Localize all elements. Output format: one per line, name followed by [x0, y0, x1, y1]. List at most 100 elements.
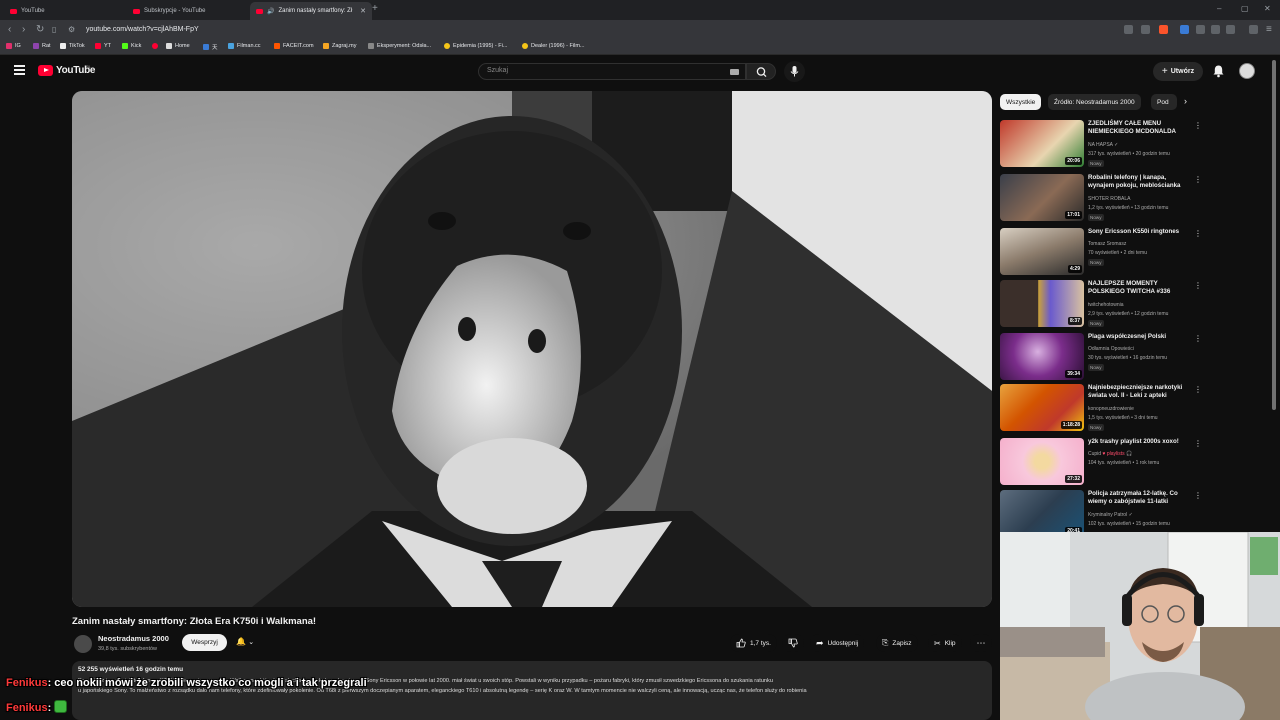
more-vertical-icon[interactable]: ⋮: [1194, 491, 1202, 500]
tab-youtube[interactable]: YouTube: [4, 2, 126, 20]
more-actions-button[interactable]: ⋯: [970, 634, 992, 652]
video-title: ZJEDLIŚMY CAŁE MENU NIEMIECKIEGO MCDONAL…: [1088, 120, 1176, 135]
recommended-video[interactable]: 17:01 Robalini telefony | kanapa, wynaje…: [1000, 174, 1202, 224]
page-scrollbar[interactable]: [1272, 60, 1276, 410]
more-vertical-icon[interactable]: ⋮: [1194, 281, 1202, 290]
search-button[interactable]: [746, 63, 776, 80]
bookmark-item[interactable]: Epidemia (1995) - Fi...: [444, 43, 507, 49]
menu-icon[interactable]: [14, 65, 25, 75]
brave-shield-icon[interactable]: [1159, 25, 1168, 34]
back-icon[interactable]: ‹: [8, 24, 11, 36]
forward-icon[interactable]: ›: [22, 24, 25, 36]
bookmark-item[interactable]: Kick: [122, 43, 141, 49]
reload-icon[interactable]: ↻: [36, 24, 44, 36]
keyboard-icon[interactable]: [730, 69, 739, 75]
chip-from-channel[interactable]: Źródło: Neostradamus 2000: [1048, 94, 1141, 110]
close-window-icon[interactable]: ✕: [1264, 4, 1271, 13]
bookmark-item[interactable]: [152, 43, 158, 49]
chat-text: : ceo nokii mówi że zrobili wszystko co …: [47, 677, 367, 689]
tab-label: Zanim nastały smartfony: Zł: [278, 8, 353, 14]
puzzle-icon[interactable]: [1196, 25, 1205, 34]
recommended-video[interactable]: 4:29 Sony Ericsson K550i ringtones Tomas…: [1000, 228, 1202, 278]
channel-name[interactable]: Odłamnia Opowieści: [1088, 346, 1134, 352]
video-thumbnail[interactable]: 20:41: [1000, 490, 1084, 537]
video-thumbnail[interactable]: 1:18:28: [1000, 384, 1084, 431]
create-button[interactable]: + Utwórz: [1153, 62, 1203, 81]
chip-related[interactable]: Pod: [1151, 94, 1177, 110]
cast-icon[interactable]: [1124, 25, 1133, 34]
bookmark-item[interactable]: 天: [203, 43, 218, 51]
recommended-video[interactable]: 39:34 Plaga współczesnej Polski Odłamnia…: [1000, 333, 1202, 383]
bookmark-item[interactable]: Dealer (1996) - Film...: [522, 43, 585, 49]
media-icon[interactable]: [1249, 25, 1258, 34]
channel-name[interactable]: twitchehotownia: [1088, 302, 1124, 308]
more-vertical-icon[interactable]: ⋮: [1194, 229, 1202, 238]
video-thumbnail[interactable]: 27:32: [1000, 438, 1084, 485]
bookmark-page-icon[interactable]: ▯: [52, 24, 56, 36]
video-player[interactable]: [72, 91, 992, 607]
description-box[interactable]: 52 255 wyświetleń 16 godzin temu Pamięta…: [72, 661, 992, 720]
recommended-video[interactable]: 27:32 y2k trashy playlist 2000s xoxo! Cu…: [1000, 438, 1202, 488]
recommended-video[interactable]: 1:18:28 Najniebezpieczniejsze narkotyki …: [1000, 384, 1202, 434]
channel-name[interactable]: Tomasz Sromasz: [1088, 241, 1126, 247]
url-field[interactable]: youtube.com/watch?v=cjlAhBM-FpY: [86, 26, 199, 33]
more-vertical-icon[interactable]: ⋮: [1194, 334, 1202, 343]
more-vertical-icon[interactable]: ⋮: [1194, 121, 1202, 130]
bookmark-item[interactable]: Rat: [33, 43, 51, 49]
channel-name[interactable]: konopneuzdrowienie: [1088, 406, 1134, 412]
extension-icon[interactable]: [1180, 25, 1189, 34]
subscription-bell-button[interactable]: 🔔 ⌄: [236, 637, 254, 646]
search-input[interactable]: Szukaj: [478, 63, 746, 80]
chip-label: Wszystkie: [1006, 98, 1036, 106]
tab-current-video[interactable]: 🔊 Zanim nastały smartfony: Zł ✕: [250, 2, 372, 20]
video-thumbnail[interactable]: 39:34: [1000, 333, 1084, 380]
more-vertical-icon[interactable]: ⋮: [1194, 385, 1202, 394]
chevron-right-icon[interactable]: ›: [1184, 96, 1187, 106]
bookmark-item[interactable]: FACEIT.com: [274, 43, 314, 49]
dislike-button[interactable]: [782, 634, 804, 652]
share-button[interactable]: ➦ Udostępnij: [810, 634, 865, 652]
bookmark-item[interactable]: YT: [95, 43, 111, 49]
maximize-icon[interactable]: ▢: [1241, 4, 1249, 13]
chip-all[interactable]: Wszystkie: [1000, 94, 1042, 110]
bookmark-item[interactable]: Zagraj.my: [323, 43, 356, 49]
like-button[interactable]: 1,7 tys.: [730, 634, 777, 652]
voice-search-button[interactable]: [784, 61, 805, 82]
bookmark-item[interactable]: TikTok: [60, 43, 85, 49]
rat-icon: [33, 43, 39, 49]
download-icon[interactable]: [1211, 25, 1220, 34]
support-button[interactable]: Wesprzyj: [182, 634, 227, 651]
bookmark-item[interactable]: Filman.cc: [228, 43, 261, 49]
browser-menu-icon[interactable]: ≡: [1266, 24, 1272, 36]
share-icon[interactable]: [1141, 25, 1150, 34]
bookmark-item[interactable]: IG: [6, 43, 21, 49]
clip-button[interactable]: ✂ Klip: [928, 634, 962, 652]
video-thumbnail[interactable]: 20:06: [1000, 120, 1084, 167]
more-vertical-icon[interactable]: ⋮: [1194, 439, 1202, 448]
new-tab-icon[interactable]: +: [372, 3, 378, 14]
more-vertical-icon[interactable]: ⋮: [1194, 175, 1202, 184]
close-tab-icon[interactable]: ✕: [360, 7, 366, 15]
views-and-date: 52 255 wyświetleń 16 godzin temu: [78, 666, 184, 673]
save-button[interactable]: ⎘ Zapisz: [876, 634, 918, 652]
channel-avatar[interactable]: [74, 635, 92, 653]
tiktok-icon: [60, 43, 66, 49]
channel-name[interactable]: Cupid ♥ playlists 🎧: [1088, 451, 1132, 457]
site-info-icon[interactable]: ⚙: [68, 24, 75, 36]
video-thumbnail[interactable]: 8:37: [1000, 280, 1084, 327]
bookmark-item[interactable]: Eksperyment: Odsła...: [368, 43, 431, 49]
link-icon[interactable]: [1226, 25, 1235, 34]
recommended-video[interactable]: 8:37 NAJLEPSZE MOMENTY POLSKIEGO TWITCHA…: [1000, 280, 1202, 330]
tab-subscriptions[interactable]: Subskrypcje - YouTube: [127, 2, 249, 20]
notifications-button[interactable]: [1212, 64, 1225, 83]
bookmark-item[interactable]: Home: [166, 43, 190, 49]
channel-name[interactable]: Kryminalny Patrol ✓: [1088, 512, 1133, 518]
video-thumbnail[interactable]: 4:29: [1000, 228, 1084, 275]
channel-name[interactable]: Neostradamus 2000: [98, 634, 169, 643]
minimize-icon[interactable]: –: [1217, 4, 1221, 13]
video-thumbnail[interactable]: 17:01: [1000, 174, 1084, 221]
channel-name[interactable]: NA HAPSA ✓: [1088, 142, 1118, 148]
channel-name[interactable]: SHOTER ROBALA: [1088, 196, 1131, 202]
account-avatar[interactable]: [1239, 63, 1255, 79]
recommended-video[interactable]: 20:06 ZJEDLIŚMY CAŁE MENU NIEMIECKIEGO M…: [1000, 120, 1202, 170]
